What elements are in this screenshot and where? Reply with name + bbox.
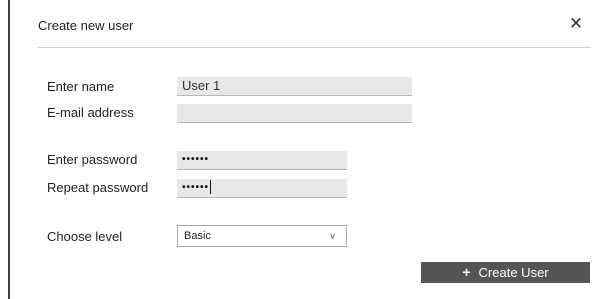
chevron-down-icon: ∨ [329,231,336,241]
level-selected-value: Basic [184,230,211,242]
level-select[interactable]: Basic ∨ [177,225,347,247]
create-user-dialog: Create new user ✕ Enter name User 1 E-ma… [8,0,595,299]
close-icon[interactable]: ✕ [566,14,586,34]
email-label: E-mail address [47,105,134,120]
plus-icon: + [462,264,471,280]
dialog-title: Create new user [38,18,134,33]
repeat-password-value: •••••• [182,182,210,193]
create-user-label: Create User [478,265,549,280]
repeat-password-field[interactable]: •••••• [177,179,347,198]
text-caret [210,180,212,195]
repeat-password-label: Repeat password [47,180,149,195]
name-field[interactable]: User 1 [177,77,412,96]
title-divider [38,47,591,48]
email-field[interactable] [177,104,412,123]
create-user-button[interactable]: + Create User [421,262,590,283]
password-label: Enter password [47,152,138,167]
name-label: Enter name [47,79,115,94]
password-field[interactable]: •••••• [177,151,347,170]
level-label: Choose level [47,229,123,244]
